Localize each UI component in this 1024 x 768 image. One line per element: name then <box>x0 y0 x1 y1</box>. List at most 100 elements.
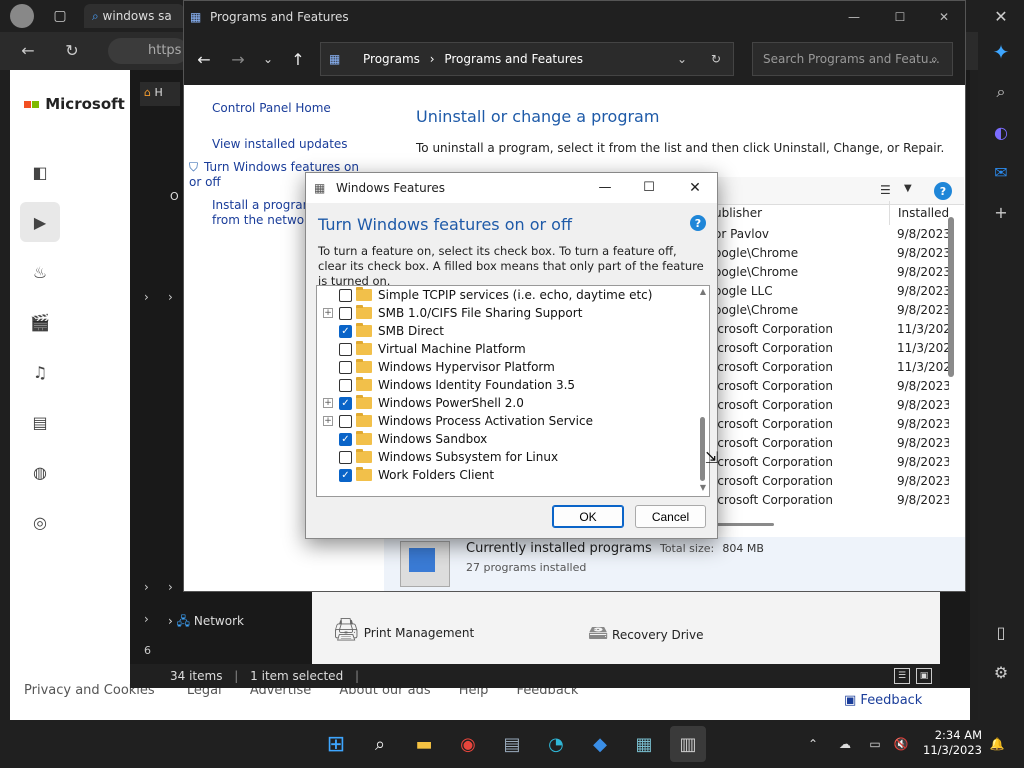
breadcrumb-programs-features[interactable]: Programs and Features <box>444 52 583 66</box>
sandbox-icon[interactable]: ◆ <box>582 726 618 762</box>
breadcrumb-programs[interactable]: Programs <box>363 52 420 66</box>
back-arrow-icon[interactable]: ← <box>16 38 40 62</box>
network-icon[interactable]: ▭ <box>866 732 884 756</box>
edge-icon[interactable]: ◔ <box>538 726 574 762</box>
program-row[interactable]: icrosoft Corporation 9/8/2023 <box>714 415 954 434</box>
tab-actions-icon[interactable]: ▢ <box>50 6 70 26</box>
video-icon[interactable]: ▶ <box>20 202 60 242</box>
volume-mute-icon[interactable]: 🔇 <box>892 732 910 756</box>
windows-features-taskbar-icon[interactable]: ▥ <box>670 726 706 762</box>
chevron-right-icon[interactable]: › <box>144 580 149 594</box>
app-icon[interactable]: ▤ <box>494 726 530 762</box>
view-installed-updates-link[interactable]: View installed updates <box>212 137 348 151</box>
chevron-up-icon[interactable]: ⌃ <box>804 732 822 756</box>
cloud-icon[interactable]: ☁ <box>836 732 854 756</box>
nav-item-network[interactable]: › 🖧 Network <box>168 612 244 633</box>
news-icon[interactable]: ▤ <box>20 402 60 442</box>
program-row[interactable]: icrosoft Corporation 9/8/2023 <box>714 434 954 453</box>
expand-plus-icon[interactable]: + <box>323 398 333 408</box>
copilot-icon[interactable]: ✦ <box>978 32 1024 72</box>
chevron-right-icon[interactable]: › <box>144 290 149 304</box>
url-field[interactable]: https <box>108 38 188 64</box>
program-row[interactable]: oogle\Chrome 9/8/2023 <box>714 301 954 320</box>
feature-checkbox[interactable]: ✓ <box>339 468 352 482</box>
feature-checkbox[interactable]: ✓ <box>339 324 352 338</box>
feature-checkbox[interactable] <box>339 360 352 374</box>
help-icon[interactable]: ? <box>934 182 952 200</box>
ok-button[interactable]: OK <box>552 505 624 528</box>
chrome-icon[interactable]: ◉ <box>450 726 486 762</box>
search-icon[interactable]: ⌕ <box>978 72 1024 112</box>
search-input[interactable]: Search Programs and Featu... ⌕ <box>752 42 953 76</box>
program-row[interactable]: icrosoft Corporation 9/8/2023 <box>714 396 954 415</box>
expand-plus-icon[interactable]: + <box>323 416 333 426</box>
trending-flame-icon[interactable]: ♨ <box>20 252 60 292</box>
settings-gear-icon[interactable]: ⚙ <box>978 652 1024 692</box>
program-row[interactable]: icrosoft Corporation 9/8/2023 <box>714 453 954 472</box>
sports-icon[interactable]: ◍ <box>20 452 60 492</box>
column-header-publisher[interactable]: ublisher <box>714 201 889 225</box>
feature-item[interactable]: ✓ SMB Direct <box>317 322 709 340</box>
close-icon[interactable]: ✕ <box>988 4 1014 28</box>
feature-item[interactable]: Windows Identity Foundation 3.5 <box>317 376 709 394</box>
control-panel-icon[interactable]: ▦ <box>626 726 662 762</box>
scroll-up-icon[interactable]: ▲ <box>697 287 709 296</box>
recent-chevron-down-icon[interactable]: ⌄ <box>258 47 278 71</box>
chevron-right-icon[interactable]: › <box>168 580 173 594</box>
feature-item[interactable]: ✓ Work Folders Client <box>317 466 709 484</box>
program-row[interactable]: icrosoft Corporation 9/8/2023 <box>714 472 954 491</box>
refresh-icon[interactable]: ↻ <box>711 43 721 75</box>
feature-item[interactable]: Windows Hypervisor Platform <box>317 358 709 376</box>
file-explorer-icon[interactable]: ▬ <box>406 726 442 762</box>
refresh-icon[interactable]: ↻ <box>60 38 84 62</box>
program-row[interactable]: icrosoft Corporation 11/3/2023 <box>714 358 954 377</box>
column-header-installed[interactable]: Installed ( <box>889 201 949 225</box>
explorer-tab[interactable]: ⌂ H <box>140 82 180 106</box>
feature-item[interactable]: + ✓ Windows PowerShell 2.0 <box>317 394 709 412</box>
feature-item[interactable]: + SMB 1.0/CIFS File Sharing Support <box>317 304 709 322</box>
control-panel-home-link[interactable]: Control Panel Home <box>212 101 331 115</box>
close-icon[interactable]: ✕ <box>680 176 710 200</box>
program-row[interactable]: icrosoft Corporation 11/3/2023 <box>714 339 954 358</box>
feature-item[interactable]: Virtual Machine Platform <box>317 340 709 358</box>
feature-checkbox[interactable] <box>339 378 352 392</box>
chevron-down-icon[interactable]: ⌄ <box>677 43 687 75</box>
feature-checkbox[interactable] <box>339 288 352 302</box>
add-icon[interactable]: + <box>978 192 1024 232</box>
scroll-down-icon[interactable]: ▼ <box>697 483 709 492</box>
chevron-right-icon[interactable]: › <box>144 612 149 626</box>
program-row[interactable]: oogle LLC 9/8/2023 <box>714 282 954 301</box>
close-icon[interactable]: ✕ <box>924 5 964 29</box>
feature-item[interactable]: ✓ Windows Sandbox <box>317 430 709 448</box>
search-icon[interactable]: ⌕ <box>362 726 398 762</box>
copilot-designer-icon[interactable]: ◐ <box>978 112 1024 152</box>
cancel-button[interactable]: Cancel <box>635 505 706 528</box>
notification-bell-icon[interactable]: 🔔 <box>988 732 1006 756</box>
chevron-right-icon[interactable]: › <box>168 290 173 304</box>
maximize-icon[interactable]: ☐ <box>634 176 664 200</box>
view-options-icon[interactable]: ☰ <box>880 183 891 197</box>
feature-checkbox[interactable] <box>339 342 352 356</box>
program-row[interactable]: oogle\Chrome 9/8/2023 <box>714 263 954 282</box>
feature-checkbox[interactable]: ✓ <box>339 396 352 410</box>
program-row[interactable]: or Pavlov 9/8/2023 <box>714 225 954 244</box>
feature-checkbox[interactable] <box>339 414 352 428</box>
feature-checkbox[interactable] <box>339 450 352 464</box>
music-icon[interactable]: ♫ <box>20 352 60 392</box>
list-scrollbar[interactable] <box>948 217 954 377</box>
system-clock[interactable]: 2:34 AM 11/3/2023 <box>920 728 982 758</box>
list-hscrollbar[interactable] <box>714 523 774 526</box>
maximize-icon[interactable]: ☐ <box>880 5 920 29</box>
feedback-button[interactable]: ▣ Feedback <box>824 688 970 714</box>
details-view-icon[interactable]: ☰ <box>894 668 910 684</box>
program-row[interactable]: icrosoft Corporation 9/8/2023 <box>714 491 954 510</box>
outlook-icon[interactable]: ✉ <box>978 152 1024 192</box>
item-print-management[interactable]: 🖨 Print Management <box>332 618 474 643</box>
feature-item[interactable]: Windows Subsystem for Linux <box>317 448 709 466</box>
feature-item[interactable]: + Windows Process Activation Service <box>317 412 709 430</box>
forward-arrow-icon[interactable]: → <box>226 47 250 71</box>
breadcrumb[interactable]: ▦ Programs › Programs and Features ⌄ ↻ <box>320 42 734 76</box>
program-row[interactable]: oogle\Chrome 9/8/2023 <box>714 244 954 263</box>
expand-plus-icon[interactable]: + <box>323 308 333 318</box>
large-icons-view-icon[interactable]: ▣ <box>916 668 932 684</box>
